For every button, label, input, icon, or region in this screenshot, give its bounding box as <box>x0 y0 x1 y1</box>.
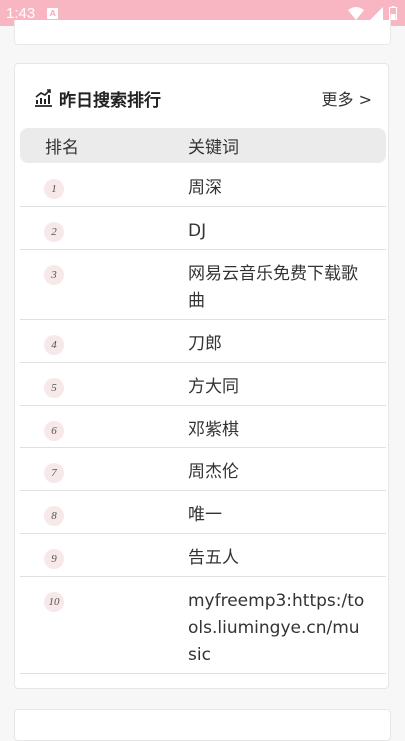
card-header: 昨日搜索排行 更多 > <box>33 86 373 111</box>
column-header-keyword: 关键词 <box>188 138 239 158</box>
rank-badge: 1 <box>44 179 64 199</box>
wifi-icon <box>348 6 364 20</box>
ranking-row[interactable]: 4 刀郎 <box>20 320 386 363</box>
keyword-text: myfreemp3:https:/tools.liumingye.cn/musi… <box>188 591 365 665</box>
keyword-text: 周深 <box>188 178 222 198</box>
status-icons <box>348 6 397 20</box>
table-header: 排名 关键词 <box>20 128 386 163</box>
ranking-row[interactable]: 9 告五人 <box>20 534 386 577</box>
rank-badge: 8 <box>44 506 64 526</box>
keyword-text: 方大同 <box>188 377 239 397</box>
keyword-text: 告五人 <box>188 548 239 568</box>
ranking-row[interactable]: 1 周深 <box>20 164 386 207</box>
battery-icon <box>389 6 397 20</box>
keyword-text: 刀郎 <box>188 334 222 354</box>
ranking-list: 1 周深 2 DJ 3 网易云音乐免费下载歌曲 4 刀郎 5 方大同 6 邓紫棋… <box>20 164 386 674</box>
more-link[interactable]: 更多 > <box>322 86 373 110</box>
ranking-row[interactable]: 8 唯一 <box>20 491 386 534</box>
ranking-row[interactable]: 5 方大同 <box>20 363 386 406</box>
rank-badge: 5 <box>44 378 64 398</box>
rank-badge: 7 <box>44 463 64 483</box>
ranking-row[interactable]: 6 邓紫棋 <box>20 406 386 448</box>
status-time: 1:43 <box>6 4 36 22</box>
rank-badge: 4 <box>44 335 64 355</box>
ranking-row[interactable]: 2 DJ <box>20 207 386 250</box>
keyword-text: 周杰伦 <box>188 462 239 482</box>
keyword-text: DJ <box>188 221 207 241</box>
keyword-text: 网易云音乐免费下载歌曲 <box>188 264 358 311</box>
signal-icon <box>370 6 383 20</box>
card-title: 昨日搜索排行 <box>59 90 161 111</box>
rank-badge: 6 <box>44 421 64 441</box>
column-header-rank: 排名 <box>45 138 79 158</box>
ranking-row[interactable]: 7 周杰伦 <box>20 448 386 491</box>
rank-badge: 10 <box>44 592 64 612</box>
rank-badge: 9 <box>44 549 64 569</box>
keyword-text: 唯一 <box>188 505 222 525</box>
previous-card <box>14 20 391 45</box>
ranking-row[interactable]: 10 myfreemp3:https:/tools.liumingye.cn/m… <box>20 577 386 674</box>
next-card <box>14 709 391 741</box>
rank-badge: 3 <box>44 265 64 285</box>
ranking-row[interactable]: 3 网易云音乐免费下载歌曲 <box>20 250 386 320</box>
chart-icon <box>35 89 52 107</box>
rank-badge: 2 <box>44 222 64 242</box>
search-ranking-card: 昨日搜索排行 更多 > 排名 关键词 1 周深 2 DJ 3 网易云音乐免费下载… <box>14 63 389 689</box>
keyword-text: 邓紫棋 <box>188 420 239 440</box>
a-icon: A <box>47 7 59 19</box>
